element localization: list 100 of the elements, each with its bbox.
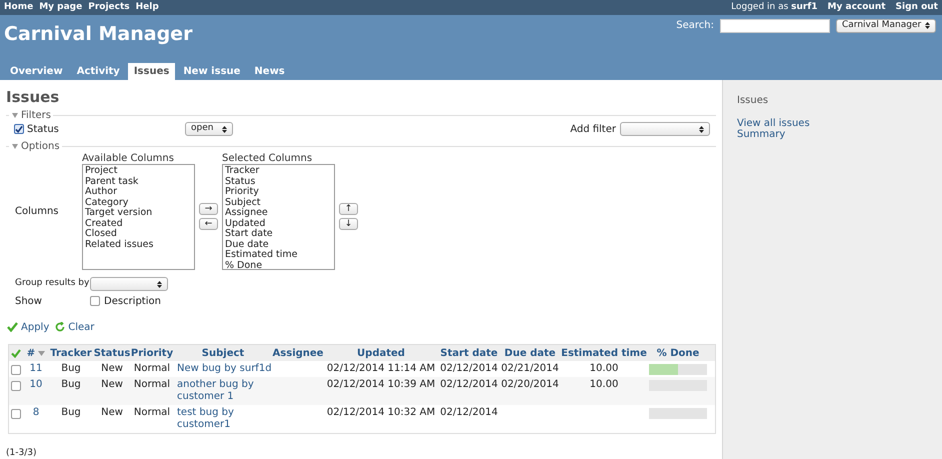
search-label: Search: xyxy=(676,19,714,33)
checkbox[interactable] xyxy=(11,365,21,375)
list-option[interactable]: Category xyxy=(85,198,192,208)
top-menu-link[interactable]: Projects xyxy=(88,0,130,14)
top-menu-link[interactable]: Help xyxy=(136,0,159,14)
issue-subject-link[interactable]: New bug by surf1d xyxy=(177,363,273,375)
list-option[interactable]: Assignee xyxy=(225,208,332,218)
list-option[interactable]: Due date xyxy=(225,240,332,250)
list-option[interactable]: Related issues xyxy=(85,240,192,250)
table-cell: Normal xyxy=(134,379,170,390)
checkbox[interactable] xyxy=(14,124,24,134)
checkmark-icon xyxy=(7,322,18,332)
list-option[interactable]: Start date xyxy=(225,229,332,240)
sidebar-title: Issues xyxy=(737,94,770,108)
fieldset-legend: Options xyxy=(21,138,60,154)
pagination-text: (1-3/3) xyxy=(6,448,38,458)
list-option[interactable]: Closed xyxy=(85,229,192,240)
checkbox[interactable] xyxy=(11,409,21,419)
column-header[interactable]: Status xyxy=(94,346,130,360)
refresh-icon xyxy=(55,322,66,332)
available-columns-list[interactable]: Project Parent task Author Category Target version Created Closed Related issues xyxy=(82,164,195,270)
table-cell: New xyxy=(101,379,123,390)
column-header[interactable]: Due date xyxy=(504,346,556,360)
table-cell: Bug xyxy=(61,379,81,390)
group-select[interactable] xyxy=(90,277,168,291)
column-header[interactable]: % Done xyxy=(656,346,700,360)
triangle-icon xyxy=(12,144,18,148)
table-cell: 02/12/2014 10:39 AM xyxy=(326,379,436,390)
list-option[interactable]: Estimated time xyxy=(225,250,332,260)
table-cell: 02/20/2014 xyxy=(501,379,559,390)
sort-arrow-icon[interactable] xyxy=(38,350,46,356)
table-cell: 02/21/2014 xyxy=(501,363,559,374)
sidebar-link[interactable]: Summary xyxy=(737,129,928,140)
group-label: Group results by xyxy=(14,277,90,290)
list-option[interactable]: % Done xyxy=(225,260,332,271)
issue-subject-link[interactable]: test bug by customer1 xyxy=(177,407,273,431)
list-label: Selected Columns xyxy=(222,153,314,164)
issue-id-link[interactable]: 10 xyxy=(30,379,42,390)
show-label: Show xyxy=(14,294,43,308)
logged-in-text: Logged in as surf1 xyxy=(731,0,818,14)
account-link[interactable]: Sign out xyxy=(896,0,938,14)
list-option[interactable]: Created xyxy=(85,218,192,229)
column-header[interactable]: Updated xyxy=(357,346,405,360)
column-header[interactable]: Tracker xyxy=(50,346,92,360)
table-cell: New xyxy=(101,363,123,374)
add-filter-select[interactable] xyxy=(620,122,710,136)
list-option[interactable]: Target version xyxy=(85,208,192,218)
checkmark-icon[interactable] xyxy=(11,348,21,358)
dropdown-arrows-icon xyxy=(925,22,930,29)
issue-id-link[interactable]: 8 xyxy=(32,407,40,418)
list-option[interactable]: Tracker xyxy=(225,166,332,176)
issue-subject-link[interactable]: another bug by customer 1 xyxy=(177,379,273,403)
column-header[interactable]: # xyxy=(26,346,36,360)
list-option[interactable]: Priority xyxy=(225,187,332,198)
list-option[interactable]: Updated xyxy=(225,218,332,229)
top-menu-link[interactable]: Home xyxy=(4,0,34,14)
column-header[interactable]: Priority xyxy=(130,346,174,360)
arrow-button[interactable]: ↑ xyxy=(339,203,358,215)
table-cell: Bug xyxy=(61,407,81,418)
dropdown-arrows-icon xyxy=(699,126,704,132)
triangle-icon xyxy=(12,112,18,118)
page-title: Issues xyxy=(6,87,60,108)
table-cell: 02/12/2014 11:14 AM xyxy=(326,363,436,374)
column-header[interactable]: Start date xyxy=(440,346,498,360)
table-cell: 10.00 xyxy=(590,363,618,374)
project-select[interactable]: Carnival Manager xyxy=(836,18,936,32)
operator-select[interactable]: open xyxy=(185,122,233,136)
column-header[interactable]: Subject xyxy=(202,346,244,360)
issue-id-link[interactable]: 11 xyxy=(30,363,42,374)
action-link[interactable]: Apply xyxy=(21,320,50,334)
list-option[interactable]: Parent task xyxy=(85,176,192,187)
top-menu-link[interactable]: My page xyxy=(39,0,82,14)
checkbox[interactable] xyxy=(90,296,100,306)
list-option[interactable]: Author xyxy=(85,187,192,198)
list-option[interactable]: Status xyxy=(225,176,332,187)
search-field[interactable] xyxy=(720,18,830,32)
arrow-button[interactable]: ← xyxy=(199,218,218,230)
add-filter-label: Add filter xyxy=(570,122,616,136)
arrow-button[interactable]: → xyxy=(199,203,218,215)
tab[interactable]: Issues xyxy=(128,63,176,80)
list-option[interactable]: Project xyxy=(85,166,192,176)
account-link[interactable]: My account xyxy=(828,0,886,14)
column-header[interactable]: Estimated time xyxy=(561,346,647,360)
selected-columns-list[interactable]: Tracker Status Priority Subject Assignee Updated Start date Due date Estimated time % Done xyxy=(222,164,335,270)
list-option[interactable]: Subject xyxy=(225,198,332,208)
tab[interactable]: News xyxy=(248,63,291,80)
table-cell: New xyxy=(101,407,123,418)
tab[interactable]: Overview xyxy=(4,63,69,80)
table-cell: 02/12/2014 10:32 AM xyxy=(326,407,436,418)
dropdown-arrows-icon xyxy=(157,280,162,288)
sidebar-link[interactable]: View all issues xyxy=(737,118,928,129)
tab[interactable]: Activity xyxy=(70,63,126,80)
action-link[interactable]: Clear xyxy=(68,320,94,334)
tab[interactable]: New issue xyxy=(177,63,246,80)
column-header[interactable]: Assignee xyxy=(272,346,324,360)
description-label: Description xyxy=(104,294,161,308)
dropdown-arrows-icon xyxy=(222,126,227,132)
arrow-button[interactable]: ↓ xyxy=(339,218,358,230)
checkbox[interactable] xyxy=(11,381,21,391)
table-cell: 02/12/2014 xyxy=(440,407,498,418)
